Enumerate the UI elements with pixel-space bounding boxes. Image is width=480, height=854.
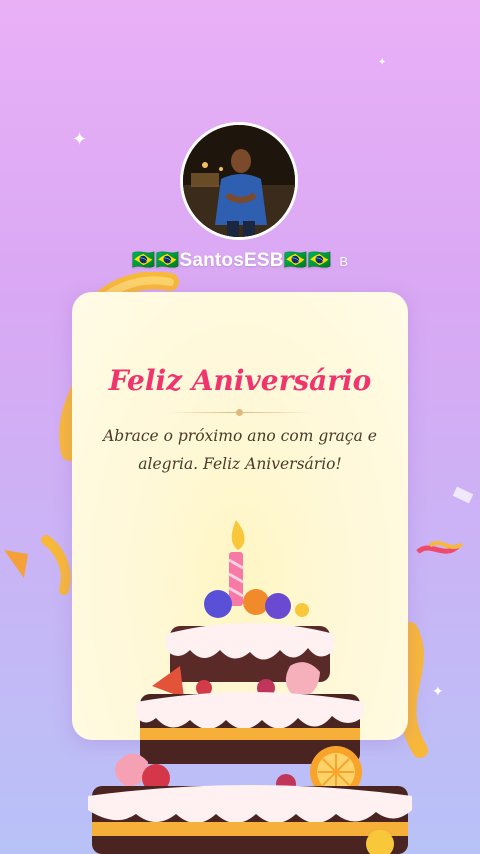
sparkle-icon: ✦ — [378, 57, 387, 68]
birthday-cake-illustration — [88, 520, 412, 854]
confetti-decoration — [416, 486, 474, 555]
user-badge: B — [339, 254, 349, 269]
username-row[interactable]: 🇧🇷🇧🇷SantosESB🇧🇷🇧🇷 B — [0, 248, 480, 272]
profile-photo — [183, 125, 295, 237]
avatar[interactable] — [180, 122, 298, 240]
divider-dot — [236, 409, 243, 416]
divider — [164, 409, 314, 416]
ribbon-decoration — [4, 535, 71, 595]
candle-flame-icon — [231, 520, 245, 550]
sparkle-icon: ✦ — [72, 129, 88, 149]
username: 🇧🇷🇧🇷SantosESB🇧🇷🇧🇷 — [131, 250, 332, 271]
card-title: Feliz Aniversário — [108, 364, 372, 397]
card-message: Abrace o próximo ano com graça e alegria… — [103, 427, 377, 473]
